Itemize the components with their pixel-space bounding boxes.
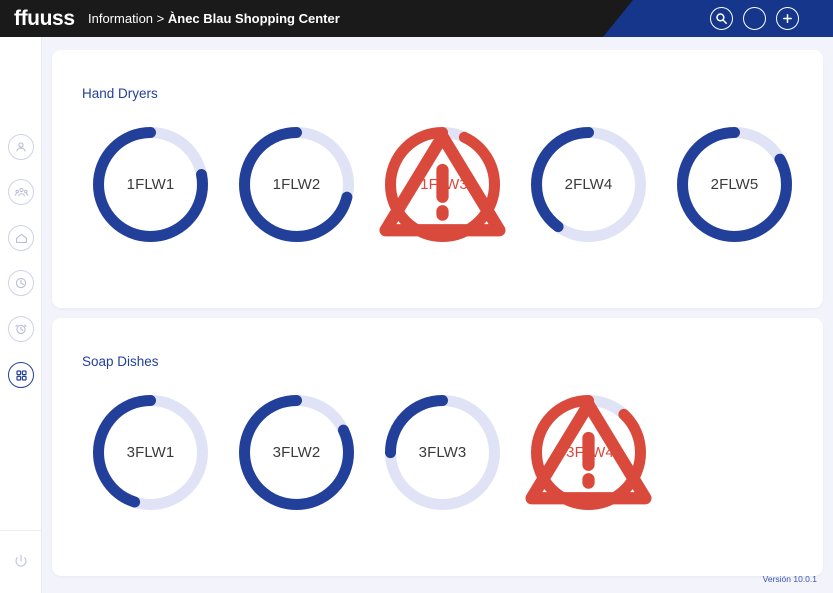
search-icon[interactable] <box>710 7 733 30</box>
grid-apps-icon <box>14 368 29 383</box>
people-group-icon <box>14 185 29 200</box>
device-gauge[interactable]: 2FLW4 <box>516 112 661 257</box>
section-title: Hand Dryers <box>82 86 158 101</box>
device-gauge[interactable]: 2FLW5 <box>662 112 807 257</box>
app-logo[interactable]: ffuuss <box>14 6 75 31</box>
top-bar: ffuuss Information > Ànec Blau Shopping … <box>0 0 833 37</box>
device-label: 3FLW1 <box>78 380 223 525</box>
section-title: Soap Dishes <box>82 354 159 369</box>
top-bar-actions <box>710 7 799 30</box>
device-id-text: 2FLW4 <box>564 176 613 193</box>
device-gauge[interactable]: 1FLW1 <box>78 112 223 257</box>
sidebar-item-history[interactable] <box>8 270 34 296</box>
sidebar-item-alarms[interactable] <box>8 316 34 342</box>
breadcrumb-current: Ànec Blau Shopping Center <box>167 11 340 26</box>
device-id-text: 3FLW1 <box>126 444 175 461</box>
sidebar-item-home[interactable] <box>8 225 34 251</box>
device-id-text: 1FLW1 <box>126 176 175 193</box>
device-label: 3FLW4 <box>516 380 661 525</box>
device-label: 3FLW2 <box>224 380 369 525</box>
card-soap-dishes: Soap Dishes 3FLW1 3FLW2 3FLW3 3FLW4 <box>52 318 823 576</box>
device-gauge[interactable]: 3FLW3 <box>370 380 515 525</box>
device-gauge[interactable]: 1FLW3 <box>370 112 515 257</box>
card-hand-dryers: Hand Dryers 1FLW1 1FLW2 1FLW3 2FLW4 2FLW5 <box>52 50 823 308</box>
home-icon <box>14 231 29 246</box>
breadcrumb: Information > Ànec Blau Shopping Center <box>88 11 340 27</box>
donut-row-hand-dryers: 1FLW1 1FLW2 1FLW3 2FLW4 2FLW5 <box>78 112 808 257</box>
breadcrumb-prefix[interactable]: Information > <box>88 11 168 26</box>
clock-icon <box>14 276 28 290</box>
sidebar-item-devices[interactable] <box>8 362 34 388</box>
device-id-text: 2FLW5 <box>710 176 759 193</box>
device-label: 1FLW2 <box>224 112 369 257</box>
device-id-text: 3FLW3 <box>418 444 467 461</box>
device-gauge[interactable]: 3FLW1 <box>78 380 223 525</box>
profile-circle-icon[interactable] <box>743 7 766 30</box>
alarm-clock-icon <box>14 322 28 336</box>
device-id-text: 3FLW2 <box>272 444 321 461</box>
app-root: ffuuss Information > Ànec Blau Shopping … <box>0 0 833 593</box>
main-content: Hand Dryers 1FLW1 1FLW2 1FLW3 2FLW4 2FLW5 So… <box>42 37 833 593</box>
device-label: 1FLW1 <box>78 112 223 257</box>
donut-row-soap-dishes: 3FLW1 3FLW2 3FLW3 3FLW4 <box>78 380 662 525</box>
sidebar <box>0 37 42 593</box>
sidebar-item-groups[interactable] <box>8 179 34 205</box>
device-gauge[interactable]: 3FLW2 <box>224 380 369 525</box>
power-icon[interactable] <box>12 553 30 571</box>
device-gauge[interactable]: 1FLW2 <box>224 112 369 257</box>
user-icon <box>14 140 28 154</box>
add-icon[interactable] <box>776 7 799 30</box>
version-label: Versión 10.0.1 <box>762 574 817 584</box>
device-label: 2FLW5 <box>662 112 807 257</box>
device-label: 1FLW3 <box>370 112 515 257</box>
device-label: 2FLW4 <box>516 112 661 257</box>
sidebar-item-user[interactable] <box>8 134 34 160</box>
device-gauge[interactable]: 3FLW4 <box>516 380 661 525</box>
device-id-text: 1FLW2 <box>272 176 321 193</box>
sidebar-divider <box>0 530 41 531</box>
device-label: 3FLW3 <box>370 380 515 525</box>
